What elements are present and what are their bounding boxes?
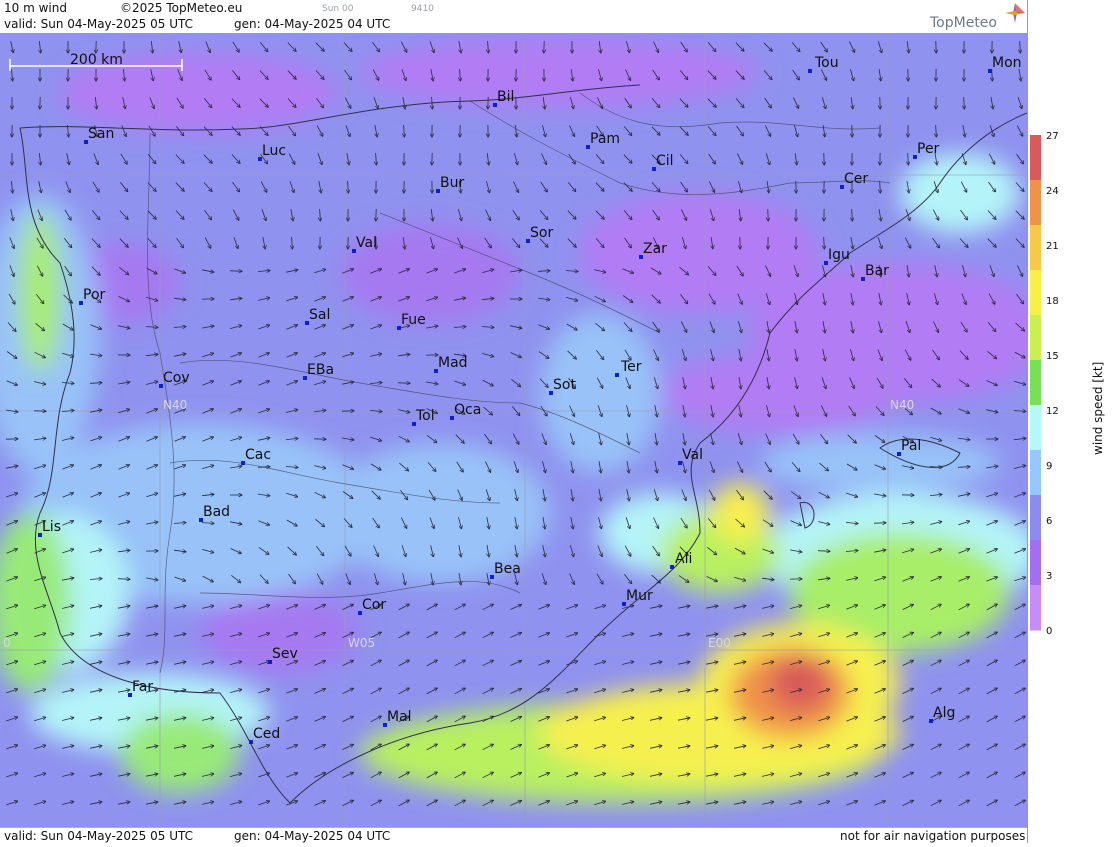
city-val-north: Val	[356, 235, 377, 251]
wind-map-canvas: N40 N40 W05 E00 0 200 km Tou Mon Bil San…	[0, 33, 1027, 827]
colorbar-tick-12: 12	[1046, 406, 1059, 417]
grid-label-w05: W05	[348, 636, 375, 650]
city-fue: Fue	[401, 312, 426, 328]
city-cor: Cor	[362, 597, 386, 613]
city-bar: Bar	[865, 263, 889, 279]
product-title: 10 m wind	[4, 1, 67, 15]
grid-label-w10: 0	[3, 636, 11, 650]
run-code: 9410	[411, 4, 434, 14]
city-ter: Ter	[620, 359, 642, 375]
colorbar-tick-0: 0	[1046, 626, 1052, 637]
city-bea: Bea	[494, 561, 521, 577]
city-tol: Tol	[415, 408, 435, 424]
colorbar-tick-3: 3	[1046, 571, 1052, 582]
scale-bar-label: 200 km	[70, 52, 123, 68]
city-mon: Mon	[992, 55, 1022, 71]
city-san: San	[88, 126, 114, 142]
city-igu: Igu	[828, 247, 850, 263]
colorbar-tick-27: 27	[1046, 131, 1059, 142]
colorbar-swatch	[1030, 315, 1041, 361]
city-far: Far	[132, 679, 153, 695]
city-tou: Tou	[814, 55, 839, 71]
city-sev: Sev	[272, 646, 298, 662]
city-bad: Bad	[203, 504, 230, 520]
colorbar-tick-18: 18	[1046, 296, 1059, 307]
colorbar-panel: 27 24 21 18 15 12 9 6 3 0 wind speed [kt…	[1027, 0, 1117, 843]
copyright: ©2025 TopMeteo.eu	[120, 1, 242, 15]
colorbar-swatch	[1030, 540, 1041, 586]
colorbar-swatches	[1030, 135, 1041, 631]
city-val-east: Val	[682, 447, 703, 463]
grid-label-e00: E00	[708, 636, 731, 650]
city-sot: Sot	[553, 377, 576, 393]
colorbar-tick-24: 24	[1046, 186, 1059, 197]
valid-time: valid: Sun 04-May-2025 05 UTC	[4, 17, 193, 31]
colorbar-ticks: 27 24 21 18 15 12 9 6 3 0	[1046, 131, 1059, 637]
colorbar-swatch	[1030, 495, 1041, 541]
colorbar-swatch	[1030, 450, 1041, 496]
generated-time: gen: 04-May-2025 04 UTC	[234, 17, 390, 31]
city-bil: Bil	[497, 89, 514, 105]
city-cac: Cac	[245, 447, 271, 463]
city-mur: Mur	[626, 588, 653, 604]
city-sal: Sal	[309, 307, 330, 323]
city-mal: Mal	[387, 709, 412, 725]
footer-valid-time: valid: Sun 04-May-2025 05 UTC	[4, 829, 193, 843]
footer-generated-time: gen: 04-May-2025 04 UTC	[234, 829, 390, 843]
colorbar-swatch	[1030, 225, 1041, 271]
colorbar-tick-15: 15	[1046, 351, 1059, 362]
wind-map: N40 N40 W05 E00 0 200 km Tou Mon Bil San…	[0, 33, 1027, 827]
colorbar-swatch	[1030, 360, 1041, 406]
city-eba: EBa	[307, 362, 334, 378]
city-lis: Lis	[42, 519, 61, 535]
logo-text: TopMeteo	[930, 15, 997, 31]
map-footer: valid: Sun 04-May-2025 05 UTC gen: 04-Ma…	[0, 827, 1027, 844]
colorbar-swatch	[1030, 405, 1041, 451]
colorbar-swatch	[1030, 135, 1041, 181]
city-per: Per	[917, 141, 940, 157]
city-por: Por	[83, 287, 106, 303]
colorbar-tick-21: 21	[1046, 241, 1059, 252]
colorbar-swatch	[1030, 585, 1041, 631]
city-ced: Ced	[253, 726, 280, 742]
city-bur: Bur	[440, 175, 464, 191]
city-pal: Pal	[901, 438, 921, 454]
city-ali: Ali	[675, 551, 692, 567]
city-oca: Oca	[454, 402, 481, 418]
run-label: Sun 00	[322, 4, 353, 14]
city-cil: Cil	[656, 153, 674, 169]
city-alg: Alg	[933, 705, 955, 721]
map-header: 10 m wind ©2025 TopMeteo.eu Sun 00 9410 …	[0, 0, 1027, 33]
city-mad: Mad	[438, 355, 468, 371]
city-cer: Cer	[844, 171, 868, 187]
city-sor: Sor	[530, 225, 553, 241]
grid-label-n40-west: N40	[163, 398, 187, 412]
grid-label-n40-east: N40	[890, 398, 914, 412]
colorbar-title: wind speed [kt]	[1091, 362, 1105, 455]
colorbar-tick-9: 9	[1046, 461, 1052, 472]
city-cov: Cov	[163, 370, 190, 386]
city-luc: Luc	[262, 143, 286, 159]
colorbar-swatch	[1030, 270, 1041, 316]
colorbar-tick-6: 6	[1046, 516, 1052, 527]
compass-logo-icon	[1003, 1, 1027, 25]
footer-disclaimer: not for air navigation purposes	[840, 829, 1025, 843]
colorbar: 27 24 21 18 15 12 9 6 3 0 wind speed [kt…	[1028, 0, 1117, 843]
city-zar: Zar	[643, 241, 667, 257]
colorbar-swatch	[1030, 180, 1041, 226]
city-pam: Pam	[590, 131, 620, 147]
